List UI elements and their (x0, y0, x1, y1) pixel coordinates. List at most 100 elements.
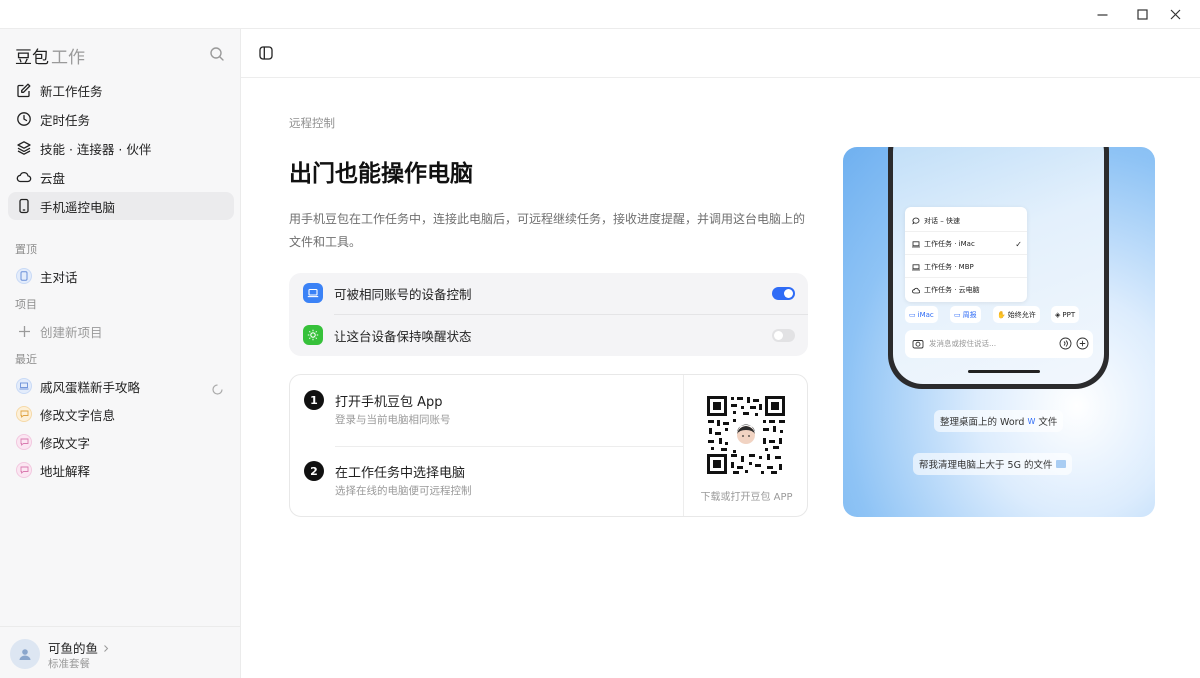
divider (335, 446, 683, 447)
phone-screen: 对话 – 快速 工作任务 · iMac ✓ 工作任务 · MBP 工作任务 · … (893, 147, 1104, 384)
setting-row-keep-awake: 让这台设备保持唤醒状态 (289, 315, 808, 356)
recent-heading: 最近 (15, 353, 37, 366)
message-icon (16, 434, 32, 450)
chat-icon (16, 268, 32, 284)
chip-label: PPT (1062, 310, 1076, 319)
cloud-icon (16, 172, 32, 183)
folder-icon: ▭ (954, 310, 961, 319)
brand-name: 豆包 (15, 48, 49, 68)
main-content: 远程控制 出门也能操作电脑 用手机豆包在工作任务中，连接此电脑后，可远程继续任务… (241, 29, 1200, 678)
step-number: 2 (304, 461, 324, 481)
divider (905, 231, 1027, 232)
sidebar-item-new-task[interactable]: 新工作任务 (8, 76, 234, 104)
laptop-icon (303, 283, 323, 303)
phone-icon (19, 198, 29, 214)
recent-item[interactable]: 修改文字信息 (16, 403, 115, 425)
layers-icon: ◈ (1055, 310, 1061, 319)
chip-imac: ▭ iMac (905, 306, 938, 323)
edit-icon (17, 83, 31, 98)
toggle-sidebar-button[interactable] (258, 45, 274, 65)
setting-label: 让这台设备保持唤醒状态 (334, 329, 472, 344)
laptop-icon (912, 263, 920, 270)
plus-circle-icon (1076, 337, 1089, 350)
word-file-icon: W (1027, 416, 1036, 426)
steps-card: 1 打开手机豆包 App 登录与当前电脑相同账号 2 在工作任务中选择电脑 选择… (289, 374, 808, 517)
sidebar-search-button[interactable] (209, 46, 225, 66)
recent-item-label: 地址解释 (40, 463, 91, 479)
close-button[interactable] (1152, 0, 1198, 29)
page-title: 出门也能操作电脑 (289, 161, 473, 187)
breadcrumb: 远程控制 (289, 116, 335, 130)
layers-icon (17, 141, 31, 155)
menu-item: 对话 – 快速 (912, 216, 960, 226)
sidebar-item-scheduled[interactable]: 定时任务 (8, 105, 234, 133)
user-plan: 标准套餐 (48, 658, 90, 670)
message-icon (16, 462, 32, 478)
loading-spinner-icon (212, 380, 223, 399)
create-project-label: 创建新项目 (40, 324, 103, 340)
recent-item[interactable]: 地址解释 (16, 459, 90, 481)
minimize-icon (1097, 14, 1107, 16)
prompt-bubble-word: 整理桌面上的 Word W 文件 (934, 410, 1064, 432)
promo-illustration: 对话 – 快速 工作任务 · iMac ✓ 工作任务 · MBP 工作任务 · … (843, 147, 1155, 517)
avatar (10, 639, 40, 669)
chip-label: 周报 (962, 310, 977, 319)
pinned-item-main-chat[interactable]: 主对话 (16, 265, 78, 287)
prompt-bubble-cleanup: 帮我清理电脑上大于 5G 的文件 (913, 453, 1073, 475)
sidebar-item-label: 技能 · 连接器 · 伙伴 (40, 141, 152, 157)
title-bar (0, 0, 1200, 29)
sidebar-item-remote-control[interactable]: 手机遥控电脑 (8, 192, 234, 220)
user-name: 可鱼的鱼 (48, 641, 99, 656)
sidebar: 豆包 工作 新工作任务 定时任务 技能 · 连接器 · 伙伴 云盘 手机遥控电脑 … (0, 29, 241, 678)
message-icon (16, 406, 32, 422)
device-control-toggle[interactable] (772, 287, 795, 300)
laptop-icon (16, 378, 32, 394)
menu-item-label: 对话 – 快速 (924, 217, 960, 225)
toggle-knob (774, 331, 783, 340)
recent-item[interactable]: 修改文字 (16, 431, 90, 453)
divider (905, 254, 1027, 255)
keep-awake-toggle[interactable] (772, 329, 795, 342)
setting-row-device-control: 可被相同账号的设备控制 (289, 273, 808, 314)
phone-input-placeholder: 发消息或按住说话... (929, 339, 997, 348)
folder-icon (1056, 460, 1067, 468)
voice-icon (1059, 337, 1072, 350)
qr-code (705, 394, 787, 476)
chip-report: ▭ 周报 (950, 306, 981, 323)
menu-item: 工作任务 · MBP (912, 262, 974, 272)
pinned-heading: 置顶 (15, 243, 37, 256)
page-description: 用手机豆包在工作任务中，连接此电脑后，可远程继续任务，接收进度提醒，并调用这台电… (289, 212, 806, 249)
recent-item-label: 修改文字信息 (40, 407, 116, 423)
recent-item-label: 修改文字 (40, 435, 91, 451)
pinned-item-label: 主对话 (40, 269, 78, 285)
step-title: 在工作任务中选择电脑 (335, 466, 466, 481)
user-name-row: 可鱼的鱼 (48, 638, 110, 657)
mode-menu: 对话 – 快速 工作任务 · iMac ✓ 工作任务 · MBP 工作任务 · … (905, 207, 1027, 302)
chip-label: iMac (917, 310, 934, 319)
setting-label: 可被相同账号的设备控制 (334, 287, 472, 302)
step-subtitle: 登录与当前电脑相同账号 (335, 414, 451, 426)
phone-mockup: 对话 – 快速 工作任务 · iMac ✓ 工作任务 · MBP 工作任务 · … (888, 147, 1109, 389)
sidebar-nav: 新工作任务 定时任务 技能 · 连接器 · 伙伴 云盘 手机遥控电脑 (8, 76, 234, 221)
brand-sub: 工作 (51, 48, 85, 68)
settings-card: 可被相同账号的设备控制 让这台设备保持唤醒状态 (289, 273, 808, 356)
laptop-icon: ▭ (909, 310, 916, 319)
bubble-text: 帮我清理电脑上大于 5G 的文件 (919, 460, 1053, 471)
qr-caption: 下载或打开豆包 APP (700, 492, 793, 503)
chip-label: 始终允许 (1007, 310, 1036, 319)
chat-bubble-icon (912, 217, 920, 225)
menu-item-label: 工作任务 · 云电脑 (924, 286, 980, 294)
menu-item: 工作任务 · 云电脑 (912, 285, 980, 295)
recent-item[interactable]: 戚风蛋糕新手攻略 (16, 375, 140, 397)
search-icon (210, 47, 224, 61)
toggle-knob (784, 289, 793, 298)
menu-item-selected: 工作任务 · iMac ✓ (912, 239, 1022, 249)
user-profile[interactable]: 可鱼的鱼 标准套餐 (0, 626, 240, 678)
user-icon (19, 649, 31, 660)
create-project-button[interactable]: 创建新项目 (16, 320, 103, 342)
app-brand: 豆包 工作 (15, 43, 85, 68)
menu-item-label: 工作任务 · iMac (924, 240, 975, 248)
sidebar-item-cloud[interactable]: 云盘 (8, 163, 234, 191)
camera-icon (912, 340, 924, 349)
sidebar-item-skills[interactable]: 技能 · 连接器 · 伙伴 (8, 134, 234, 162)
